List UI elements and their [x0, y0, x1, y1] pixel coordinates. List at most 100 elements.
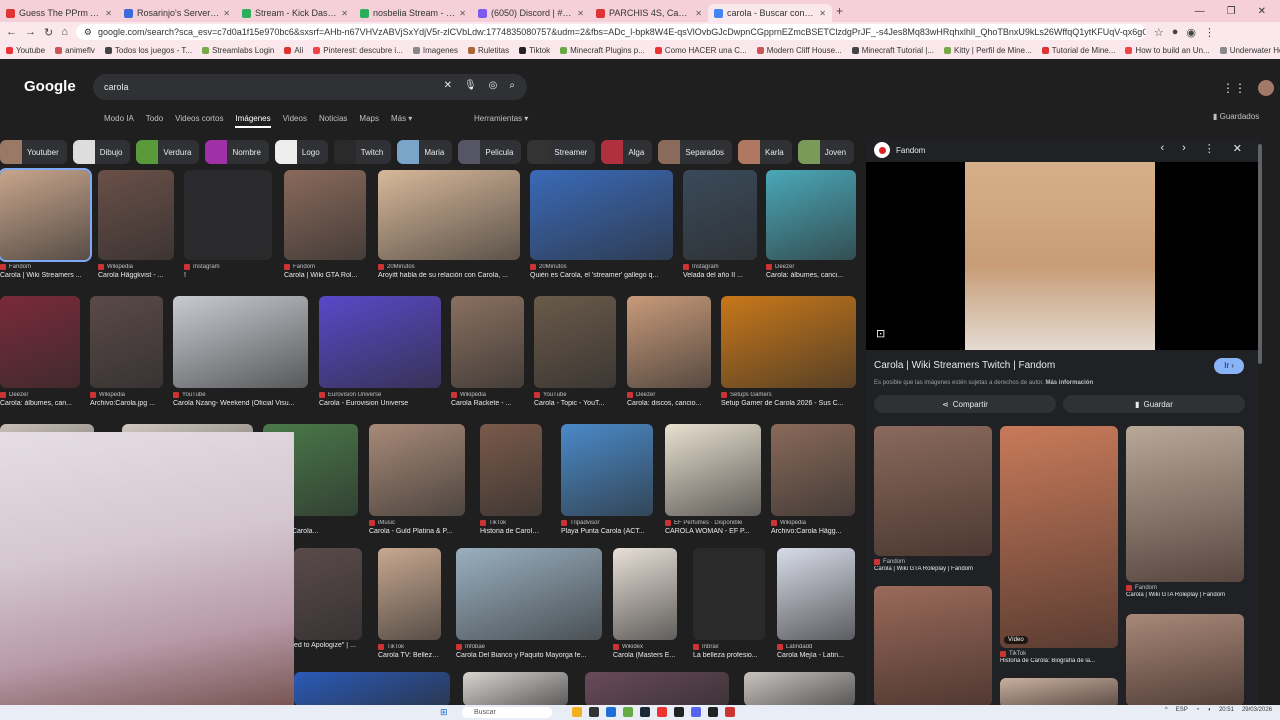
- google-logo[interactable]: Google: [24, 78, 76, 95]
- lens-icon[interactable]: ◎: [489, 80, 498, 91]
- image-result[interactable]: 20Minutos Aroyitt habla de su relación co…: [378, 170, 520, 279]
- bookmark-item[interactable]: Streamlabs Login: [202, 46, 274, 55]
- bookmark-item[interactable]: Minecraft Plugins p...: [560, 46, 645, 55]
- refine-chip[interactable]: Alga: [601, 140, 653, 164]
- tab-close-icon[interactable]: ✕: [341, 9, 348, 18]
- image-result[interactable]: Fandom Carola | Wiki Streamers ...: [0, 168, 92, 279]
- result-thumbnail[interactable]: [771, 424, 855, 516]
- image-result[interactable]: 20Minutos Quién es Carola, el 'streamer' …: [530, 170, 673, 279]
- reload-icon[interactable]: ↻: [44, 26, 53, 39]
- bookmark-item[interactable]: Youtube: [6, 46, 45, 55]
- result-caption[interactable]: CAROLA WOMAN - EF P...: [665, 528, 761, 535]
- bookmark-item[interactable]: animeflv: [55, 46, 95, 55]
- related-thumbnail[interactable]: [1126, 426, 1244, 582]
- related-image[interactable]: [1000, 678, 1118, 708]
- app-icon-2[interactable]: [725, 707, 735, 717]
- refine-chip[interactable]: Streamer: [527, 140, 596, 164]
- result-thumbnail[interactable]: [173, 296, 308, 388]
- image-result[interactable]: Fandom Carola | Wiki GTA Rol...: [284, 170, 366, 279]
- result-thumbnail[interactable]: [777, 548, 855, 640]
- result-caption[interactable]: Carola | Wiki GTA Rol...: [284, 272, 366, 279]
- preview-site[interactable]: Fandom: [896, 146, 925, 155]
- image-result[interactable]: iMusic Carola - Guld Platina & P...: [369, 424, 465, 535]
- result-thumbnail[interactable]: [319, 296, 441, 388]
- bookmark-item[interactable]: Tutorial de Mine...: [1041, 46, 1115, 55]
- more-options-icon[interactable]: ⋮: [1204, 142, 1215, 155]
- result-thumbnail[interactable]: [284, 170, 366, 260]
- refine-chip[interactable]: Dibujo: [72, 140, 131, 164]
- browser-tab[interactable]: (6050) Discord | # - Rosarin ✕: [472, 4, 590, 22]
- steam-icon[interactable]: [640, 707, 650, 717]
- refine-chip[interactable]: Nombre: [205, 140, 269, 164]
- nav-tab[interactable]: Todo: [146, 114, 163, 128]
- clock-time[interactable]: 20:51: [1219, 707, 1234, 713]
- edge-icon[interactable]: [606, 707, 616, 717]
- refine-chip[interactable]: Separados: [658, 140, 733, 164]
- result-caption[interactable]: ed to Apologize" | ...: [294, 642, 362, 649]
- preview-image[interactable]: [965, 162, 1155, 350]
- windows-start-icon[interactable]: ⊞: [440, 707, 448, 718]
- result-thumbnail[interactable]: [744, 672, 855, 706]
- tab-close-icon[interactable]: ✕: [459, 9, 466, 18]
- result-thumbnail[interactable]: [294, 672, 450, 706]
- result-thumbnail[interactable]: [451, 296, 524, 388]
- browser-tab[interactable]: nosbelia Stream - Watch Live o ✕: [354, 4, 472, 22]
- prev-icon[interactable]: ‹: [1160, 142, 1164, 155]
- related-image[interactable]: [874, 586, 992, 706]
- result-thumbnail[interactable]: [534, 296, 616, 388]
- wifi-icon[interactable]: ◔: [1196, 707, 1200, 713]
- bookmark-item[interactable]: How to build an Un...: [1125, 46, 1210, 55]
- refine-chip[interactable]: Youtuber: [0, 140, 67, 164]
- refine-chip[interactable]: Verdura: [136, 140, 200, 164]
- result-caption[interactable]: Carola Mejía - Latin...: [777, 652, 855, 659]
- related-image[interactable]: Fandom Carola | Wiki GTA Roleplay | Fando…: [1126, 426, 1244, 598]
- profile-icon[interactable]: ◉: [1186, 26, 1196, 39]
- result-thumbnail[interactable]: [463, 672, 568, 706]
- image-result[interactable]: [744, 672, 855, 706]
- result-thumbnail[interactable]: [561, 424, 653, 516]
- related-thumbnail[interactable]: [1126, 614, 1244, 706]
- result-caption[interactable]: Archivo:Carola.jpg ...: [90, 400, 163, 407]
- tab-close-icon[interactable]: ✕: [105, 9, 112, 18]
- search-input[interactable]: carola: [104, 82, 129, 92]
- search-box[interactable]: carola ✕ 🎙 ◎ ⌕: [93, 74, 527, 100]
- result-caption[interactable]: Velada del año II ...: [683, 272, 757, 279]
- nav-tab[interactable]: Modo IA: [104, 114, 134, 128]
- refine-chip[interactable]: Logo: [274, 140, 328, 164]
- image-result[interactable]: Instagram Velada del año II ...: [683, 170, 757, 279]
- taskbar-search[interactable]: Buscar: [462, 707, 552, 718]
- result-thumbnail[interactable]: [369, 424, 465, 516]
- microphone-icon[interactable]: 🎙: [464, 80, 477, 91]
- result-caption[interactable]: Carola Häggkvist - ...: [98, 272, 174, 279]
- image-result[interactable]: TikTok Carola TV: Belleza...: [378, 548, 441, 659]
- refine-chip[interactable]: Maria: [397, 140, 453, 164]
- clock-date[interactable]: 29/03/2026: [1242, 707, 1272, 713]
- result-caption[interactable]: Carola: álbumes, canci...: [766, 272, 856, 279]
- chrome-icon[interactable]: [657, 707, 667, 717]
- result-thumbnail[interactable]: [184, 170, 272, 260]
- image-result[interactable]: Deezer Carola: álbumes, canci...: [766, 170, 856, 279]
- browser-tab[interactable]: Stream - Kick Dashboard✕: [236, 4, 354, 22]
- bookmark-item[interactable]: Underwater House...: [1219, 46, 1280, 55]
- bookmark-item[interactable]: Todos los juegos - T...: [104, 46, 192, 55]
- tab-close-icon[interactable]: ✕: [819, 9, 826, 18]
- minimize-icon[interactable]: —: [1195, 6, 1205, 17]
- result-thumbnail[interactable]: [693, 548, 765, 640]
- save-button[interactable]: ▮ Guardar: [1063, 395, 1245, 413]
- result-caption[interactable]: Carola | Wiki Streamers ...: [0, 272, 90, 279]
- result-thumbnail[interactable]: [456, 548, 602, 640]
- nav-tab[interactable]: Más ▾: [391, 114, 412, 128]
- result-thumbnail[interactable]: [0, 168, 92, 262]
- result-thumbnail[interactable]: [721, 296, 856, 388]
- share-button[interactable]: ⋖ Compartir: [874, 395, 1056, 413]
- bookmark-item[interactable]: Imagenes: [412, 46, 458, 55]
- result-caption[interactable]: !: [184, 272, 272, 279]
- image-result[interactable]: Wikipedia Archivo:Carola Hägg...: [771, 424, 855, 535]
- related-thumbnail[interactable]: [1000, 678, 1118, 708]
- result-thumbnail[interactable]: [613, 548, 677, 640]
- nav-tab[interactable]: Maps: [359, 114, 379, 128]
- related-thumbnail[interactable]: [874, 586, 992, 706]
- related-image[interactable]: Fandom Carola | Wiki GTA Roleplay | Fando…: [874, 426, 992, 572]
- refine-chip[interactable]: Pelicula: [458, 140, 522, 164]
- obs-icon[interactable]: [674, 707, 684, 717]
